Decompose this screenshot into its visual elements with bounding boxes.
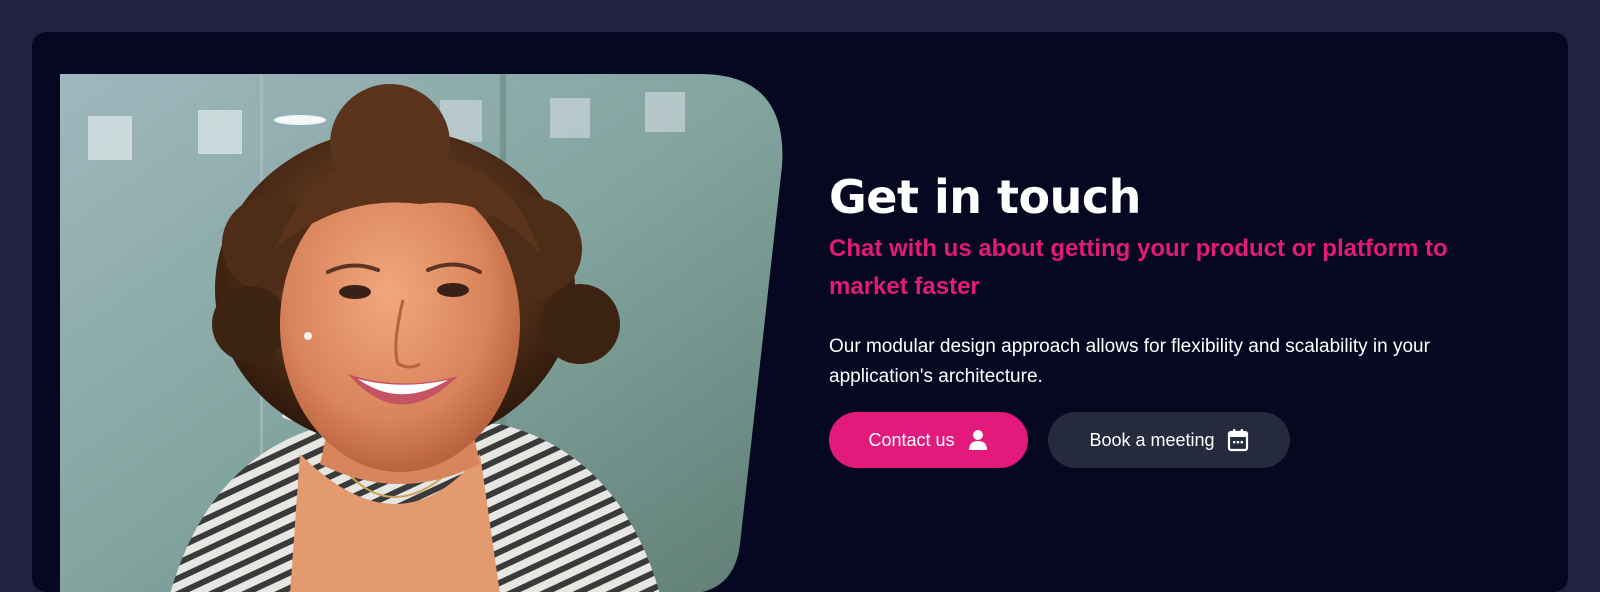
page-title: Get in touch [829,170,1141,224]
action-buttons: Contact us Book a meeting [829,412,1529,468]
subtitle: Chat with us about getting your product … [829,235,1448,300]
contact-us-label: Contact us [868,429,955,450]
contact-content: Get in touch Chat with us about getting … [829,168,1529,468]
calendar-icon [1227,429,1249,452]
user-icon [967,429,989,451]
contact-hero-card: Get in touch Chat with us about getting … [32,32,1568,592]
contact-us-button[interactable]: Contact us [829,412,1028,468]
book-meeting-label: Book a meeting [1089,429,1215,450]
book-meeting-button[interactable]: Book a meeting [1048,412,1290,468]
description: Our modular design approach allows for f… [829,336,1430,387]
hero-photo [60,74,788,592]
